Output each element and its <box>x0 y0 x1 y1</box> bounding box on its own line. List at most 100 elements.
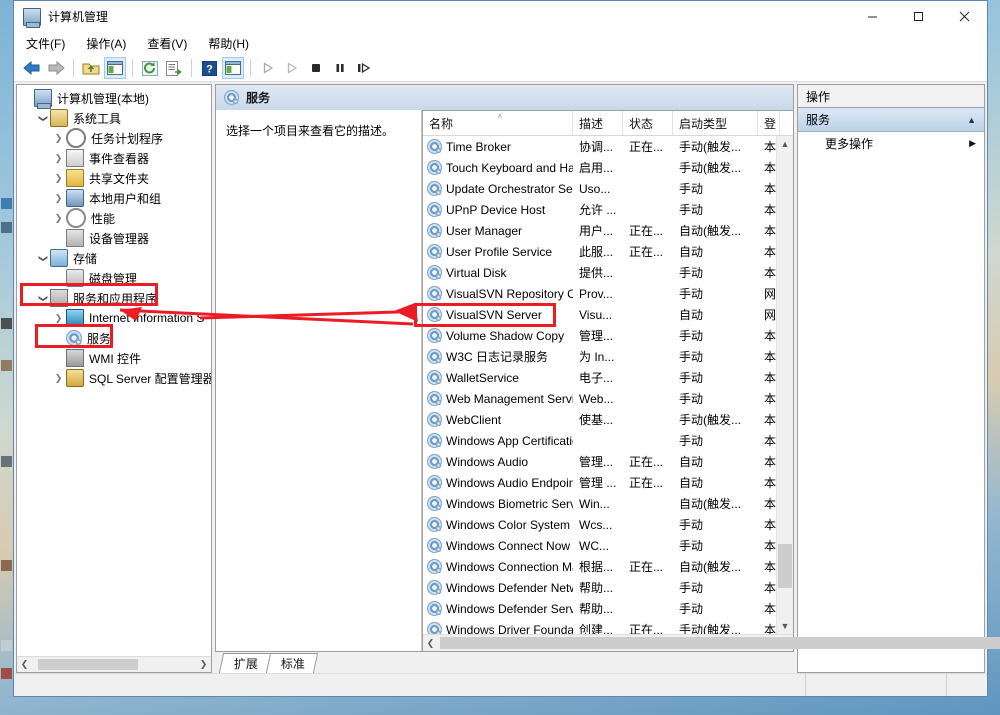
pause-service-button[interactable] <box>329 57 351 79</box>
refresh-button[interactable] <box>139 57 161 79</box>
scroll-left-arrow-icon[interactable]: ❮ <box>17 657 32 672</box>
tree-twisty-icon[interactable] <box>51 213 66 224</box>
services-list-row[interactable]: Windows Audio 管理... 正在... 自动 本 <box>423 451 776 472</box>
console-tree[interactable]: 计算机管理(本地) 系统工具任务计划程序事件查看器共享文件夹本地用户和组性能设备管… <box>17 85 211 656</box>
service-startup-type-cell: 手动 <box>679 266 704 280</box>
services-list-row[interactable]: Windows Biometric Servi... Win... 自动(触发...… <box>423 493 776 514</box>
tree-hscroll-track[interactable] <box>32 657 196 672</box>
tree-twisty-icon[interactable] <box>35 253 50 264</box>
help-button[interactable]: ? <box>198 57 220 79</box>
stop-service-button[interactable] <box>305 57 327 79</box>
services-list-row[interactable]: Volume Shadow Copy 管理... 手动 本 <box>423 325 776 346</box>
tree-horizontal-scrollbar[interactable]: ❮ ❯ <box>17 656 211 672</box>
view-tabs[interactable]: 扩展 标准 <box>215 652 794 673</box>
services-hscroll-thumb[interactable] <box>440 637 1000 649</box>
col-name[interactable]: 名称 ˄ <box>423 111 573 135</box>
services-list-row[interactable]: Windows Defender Service 帮助... 手动 本 <box>423 598 776 619</box>
service-description-cell: 协调... <box>579 140 614 154</box>
resume-service-button[interactable] <box>281 57 303 79</box>
minimize-button[interactable] <box>849 1 895 32</box>
services-hscroll-track[interactable] <box>438 635 1000 651</box>
tree-shared-folders[interactable]: 共享文件夹 <box>17 168 211 188</box>
tab-standard[interactable]: 标准 <box>265 653 319 673</box>
tree-twisty-icon[interactable] <box>51 133 66 144</box>
tree-performance[interactable]: 性能 <box>17 208 211 228</box>
col-description[interactable]: 描述 <box>573 111 623 135</box>
services-list-header[interactable]: 名称 ˄ 描述 状态 启动类型 登 <box>423 111 793 136</box>
tree-services-and-applications[interactable]: 服务和应用程序 <box>17 288 211 308</box>
services-list-row[interactable]: Windows Audio Endpoint... 管理 ... 正在... 自动 本 <box>423 472 776 493</box>
restart-service-button[interactable] <box>353 57 375 79</box>
services-list-row[interactable]: Web Management Service Web... 手动 本 <box>423 388 776 409</box>
services-list-row[interactable]: Virtual Disk 提供... 手动 本 <box>423 262 776 283</box>
chevron-up-icon[interactable]: ▲ <box>967 115 976 125</box>
tree-internet-information-services[interactable]: Internet Information S <box>17 308 211 328</box>
tree-wmi-control[interactable]: WMI 控件 <box>17 348 211 368</box>
services-list-rows[interactable]: Time Broker 协调... 正在... 手动(触发... 本 Touch Keyb… <box>423 136 776 634</box>
menu-file[interactable]: 文件(F) <box>17 32 74 55</box>
close-button[interactable] <box>941 1 987 32</box>
tree-sql-server-configuration-manager[interactable]: SQL Server 配置管理器 <box>17 368 211 388</box>
action-more-actions[interactable]: 更多操作 ▶ <box>798 132 984 154</box>
col-startup-type[interactable]: 启动类型 <box>673 111 758 135</box>
services-list-row[interactable]: W3C 日志记录服务 为 In... 手动 本 <box>423 346 776 367</box>
tree-twisty-icon[interactable] <box>51 373 66 384</box>
tree-hscroll-thumb[interactable] <box>38 659 138 670</box>
tree-device-manager[interactable]: 设备管理器 <box>17 228 211 248</box>
services-list-row[interactable]: Touch Keyboard and Ha... 启用... 手动(触发... 本 <box>423 157 776 178</box>
scroll-up-arrow-icon[interactable]: ▲ <box>777 136 793 152</box>
tree-twisty-icon[interactable] <box>35 113 50 124</box>
scroll-right-arrow-icon[interactable]: ❯ <box>196 657 211 672</box>
services-list-vertical-scrollbar[interactable]: ▲ ▼ <box>776 136 793 634</box>
col-status[interactable]: 状态 <box>623 111 673 135</box>
services-list-horizontal-scrollbar[interactable]: ❮ ❯ <box>423 634 1000 651</box>
tree-task-scheduler[interactable]: 任务计划程序 <box>17 128 211 148</box>
tree-services[interactable]: 服务 <box>17 328 211 348</box>
tree-twisty-icon[interactable] <box>51 313 66 324</box>
tab-extended[interactable]: 扩展 <box>218 653 272 673</box>
maximize-button[interactable] <box>895 1 941 32</box>
forward-button[interactable] <box>45 57 67 79</box>
tree-system-tools[interactable]: 系统工具 <box>17 108 211 128</box>
services-list-row[interactable]: Update Orchestrator Ser... Uso... 手动 本 <box>423 178 776 199</box>
back-button[interactable] <box>21 57 43 79</box>
up-one-level-button[interactable] <box>80 57 102 79</box>
services-list-row[interactable]: WebClient 使基... 手动(触发... 本 <box>423 409 776 430</box>
tree-twisty-icon[interactable] <box>51 173 66 184</box>
services-list-row[interactable]: Windows Connect Now -... WC... 手动 本 <box>423 535 776 556</box>
services-list-row[interactable]: WalletService 电子... 手动 本 <box>423 367 776 388</box>
tree-twisty-icon[interactable] <box>35 293 50 304</box>
scroll-left-arrow-icon[interactable]: ❮ <box>423 636 438 651</box>
services-list-row[interactable]: VisualSVN Repository Co... Prov... 手动 网 <box>423 283 776 304</box>
actions-group-services[interactable]: 服务 ▲ <box>798 108 984 132</box>
services-list-row[interactable]: Windows Color System Wcs... 手动 本 <box>423 514 776 535</box>
menu-view[interactable]: 查看(V) <box>138 32 196 55</box>
scroll-down-arrow-icon[interactable]: ▼ <box>777 618 793 634</box>
menu-help[interactable]: 帮助(H) <box>199 32 258 55</box>
show-hide-console-tree-button[interactable] <box>104 57 126 79</box>
start-service-button[interactable] <box>257 57 279 79</box>
tree-twisty-icon[interactable] <box>51 193 66 204</box>
services-list-vscroll-thumb[interactable] <box>778 544 792 588</box>
col-log-on-as[interactable]: 登 <box>758 111 780 135</box>
menu-action[interactable]: 操作(A) <box>77 32 135 55</box>
tree-local-users-and-groups[interactable]: 本地用户和组 <box>17 188 211 208</box>
services-list-row[interactable]: Windows Driver Foundati... 创建... 正在... 手动(触… <box>423 619 776 634</box>
services-list-row[interactable]: Time Broker 协调... 正在... 手动(触发... 本 <box>423 136 776 157</box>
services-list-row[interactable]: UPnP Device Host 允许 ... 手动 本 <box>423 199 776 220</box>
services-list-row[interactable]: User Manager 用户... 正在... 自动(触发... 本 <box>423 220 776 241</box>
export-list-button[interactable] <box>163 57 185 79</box>
services-list-row[interactable]: VisualSVN Server Visu... 自动 网 <box>423 304 776 325</box>
services-list-row[interactable]: Windows Defender Netw... 帮助... 手动 本 <box>423 577 776 598</box>
tree-event-viewer[interactable]: 事件查看器 <box>17 148 211 168</box>
service-startup-type-cell: 手动 <box>679 602 704 616</box>
toolbar: ? <box>14 55 987 82</box>
services-list-row[interactable]: Windows Connection Ma... 根据... 正在... 自动(触发.… <box>423 556 776 577</box>
tree-storage[interactable]: 存储 <box>17 248 211 268</box>
tree-twisty-icon[interactable] <box>51 153 66 164</box>
tree-computer-management-local[interactable]: 计算机管理(本地) <box>17 88 211 109</box>
tree-disk-management[interactable]: 磁盘管理 <box>17 268 211 288</box>
services-list-row[interactable]: User Profile Service 此服... 正在... 自动 本 <box>423 241 776 262</box>
services-list-row[interactable]: Windows App Certificatio... 手动 本 <box>423 430 776 451</box>
show-hide-action-pane-button[interactable] <box>222 57 244 79</box>
